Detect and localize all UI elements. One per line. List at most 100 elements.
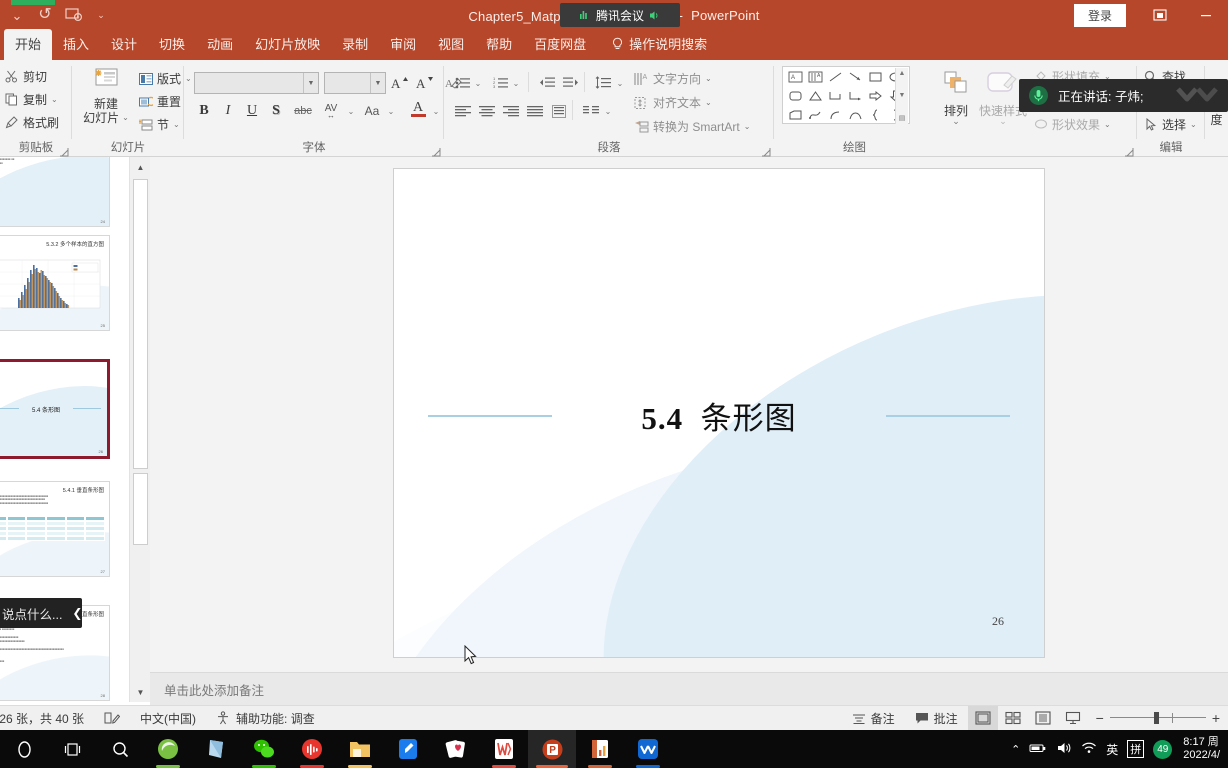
signin-button[interactable]: 登录 — [1073, 3, 1126, 27]
tab-review[interactable]: 审阅 — [379, 29, 427, 60]
chevron-down-icon[interactable]: ⌄ — [602, 100, 614, 122]
thumbnail-scrollbar[interactable]: ▲ ▼ — [129, 157, 151, 702]
shapes-gallery-scrollbar[interactable]: ▲ ▼ ▤ — [895, 68, 908, 124]
align-center-button[interactable] — [476, 100, 498, 122]
taskbar-app-file-explorer[interactable] — [336, 730, 384, 768]
format-painter-button[interactable]: 格式刷 — [4, 114, 59, 131]
tab-design[interactable]: 设计 — [100, 29, 148, 60]
tab-baidu-netdisk[interactable]: 百度网盘 — [523, 29, 597, 60]
ime-mode-indicator[interactable]: 拼 — [1127, 740, 1145, 758]
copy-button[interactable]: 复制 ⌄ — [4, 91, 58, 108]
decrease-indent-button[interactable] — [536, 72, 558, 94]
tab-home[interactable]: 开始 — [4, 29, 53, 60]
chevron-down-icon[interactable]: ⌄ — [345, 100, 357, 122]
chevron-down-icon[interactable]: ⌄ — [472, 72, 484, 94]
align-left-button[interactable] — [452, 100, 474, 122]
right-arrow-shape-icon[interactable] — [865, 87, 885, 105]
taskbar-app-wechat[interactable] — [240, 730, 288, 768]
chevron-down-icon[interactable]: ▼ — [303, 73, 318, 93]
tell-me-search[interactable]: 操作说明搜索 — [597, 29, 715, 60]
tab-slideshow[interactable]: 幻灯片放映 — [244, 29, 331, 60]
scroll-up-icon[interactable]: ▲ — [130, 157, 151, 177]
view-slide-sorter[interactable] — [998, 706, 1028, 731]
paragraph-dialog-launcher[interactable] — [761, 144, 771, 157]
curve-shape-icon[interactable] — [845, 106, 865, 124]
chevron-down-icon[interactable]: ⌄ — [977, 116, 1029, 127]
chevron-down-icon[interactable]: ⌄ — [122, 111, 129, 125]
tab-animations[interactable]: 动画 — [196, 29, 244, 60]
comments-toggle-button[interactable]: 批注 — [905, 706, 968, 731]
chevron-down-icon[interactable]: ⌄ — [935, 116, 977, 127]
font-color-button[interactable]: A — [406, 98, 430, 120]
taskbar-app-editor[interactable] — [384, 730, 432, 768]
volume-icon[interactable] — [1056, 741, 1072, 758]
underline-button[interactable]: U — [242, 100, 262, 122]
cut-button[interactable]: 剪切 — [4, 68, 47, 85]
zoom-out-button[interactable]: − — [1096, 710, 1104, 726]
accessibility-indicator[interactable]: 辅助功能: 调查 — [206, 706, 325, 731]
drawing-dialog-launcher[interactable] — [1124, 144, 1134, 157]
character-spacing-button[interactable]: AV ↔ — [318, 100, 344, 122]
task-view-button[interactable] — [48, 730, 96, 768]
chevron-down-icon[interactable]: ⌄ — [744, 122, 751, 131]
network-icon[interactable] — [1081, 741, 1097, 757]
list-item[interactable]: 5.4.1 垂直条形图 ■■■■■■■■■■■■■■■■■■■■■■■■■■■■… — [0, 481, 110, 577]
align-right-button[interactable] — [500, 100, 522, 122]
minimize-button[interactable] — [1184, 0, 1228, 30]
chevron-down-icon[interactable]: ⌄ — [705, 74, 712, 83]
shapes-gallery[interactable]: A A ▲ ▼ ▤ — [782, 66, 910, 124]
chevron-up-icon[interactable]: ⌃ — [1011, 743, 1020, 756]
scroll-down-icon[interactable]: ▼ — [130, 682, 151, 702]
increase-font-size-button[interactable]: A — [389, 72, 411, 94]
left-brace-shape-icon[interactable] — [865, 106, 885, 124]
shape-effects-button[interactable]: 形状效果 ⌄ — [1033, 116, 1111, 133]
chat-input-placeholder[interactable]: 说点什么... — [0, 604, 62, 623]
slide-counter[interactable]: 第 26 张，共 40 张 — [0, 706, 94, 731]
chevron-down-icon[interactable]: ⌄ — [1190, 120, 1197, 129]
chevron-down-icon[interactable]: ⌄ — [1104, 120, 1111, 129]
distribute-button[interactable] — [548, 100, 570, 122]
strikethrough-button[interactable]: abc — [290, 100, 316, 122]
tencent-meeting-speaking-bar[interactable]: 正在讲话: 子炜; — [1019, 79, 1228, 112]
ime-language-indicator[interactable]: 英 — [1106, 741, 1118, 758]
change-case-button[interactable]: Aa — [360, 100, 384, 122]
view-normal[interactable] — [967, 705, 998, 731]
status-badge[interactable]: 49 — [1153, 739, 1173, 759]
scroll-up-icon[interactable]: ▲ — [899, 70, 906, 77]
rounded-rectangle-shape-icon[interactable] — [785, 87, 805, 105]
font-size-combobox[interactable]: ▼ — [324, 72, 386, 94]
chevron-down-icon[interactable]: ⌄ — [51, 95, 58, 104]
elbow-connector-shape-icon[interactable] — [825, 87, 845, 105]
decrease-font-size-button[interactable]: A — [414, 72, 436, 94]
language-indicator[interactable]: 中文(中国) — [130, 706, 206, 731]
tab-view[interactable]: 视图 — [427, 29, 475, 60]
tab-insert[interactable]: 插入 — [52, 29, 100, 60]
chevron-down-icon[interactable]: ▼ — [370, 73, 385, 93]
taskbar-app-wps[interactable] — [480, 730, 528, 768]
italic-button[interactable]: I — [218, 100, 238, 122]
search-button[interactable] — [96, 730, 144, 768]
arrow-shape-icon[interactable] — [845, 68, 865, 86]
taskbar-app-reader[interactable] — [192, 730, 240, 768]
scroll-down-icon[interactable]: ▼ — [899, 92, 906, 99]
battery-icon[interactable] — [1029, 742, 1047, 757]
chevron-left-icon[interactable]: ❮ — [72, 606, 82, 620]
slide-editor-area[interactable]: 5.4 条形图 26 — [150, 157, 1228, 672]
zoom-slider-knob[interactable] — [1153, 712, 1159, 724]
numbering-button[interactable]: 123 — [490, 72, 512, 94]
chevron-down-icon[interactable]: ⌄ — [510, 72, 522, 94]
font-name-combobox[interactable]: ▼ — [194, 72, 319, 94]
clock[interactable]: 8:17 周 2022/4/ — [1181, 736, 1220, 762]
scrollbar-thumb[interactable] — [133, 179, 148, 469]
tab-transitions[interactable]: 切换 — [148, 29, 196, 60]
font-dialog-launcher[interactable] — [431, 144, 441, 157]
start-button[interactable] — [0, 730, 48, 768]
text-shadow-button[interactable]: S — [266, 100, 286, 122]
list-item[interactable]: 5.4 条形图 26 — [0, 359, 110, 459]
elbow-arrow-connector-shape-icon[interactable] — [845, 87, 865, 105]
list-item[interactable]: ■■■■■■■■ ■■■■■■■■■■■■■■■■■■■■■■■■ ■■■■■■… — [0, 157, 110, 227]
textbox-shape-icon[interactable]: A — [785, 68, 805, 86]
convert-smartart-button[interactable]: 转换为 SmartArt ⌄ — [634, 118, 750, 135]
spell-check-button[interactable] — [94, 706, 130, 731]
line-shape-icon[interactable] — [825, 68, 845, 86]
